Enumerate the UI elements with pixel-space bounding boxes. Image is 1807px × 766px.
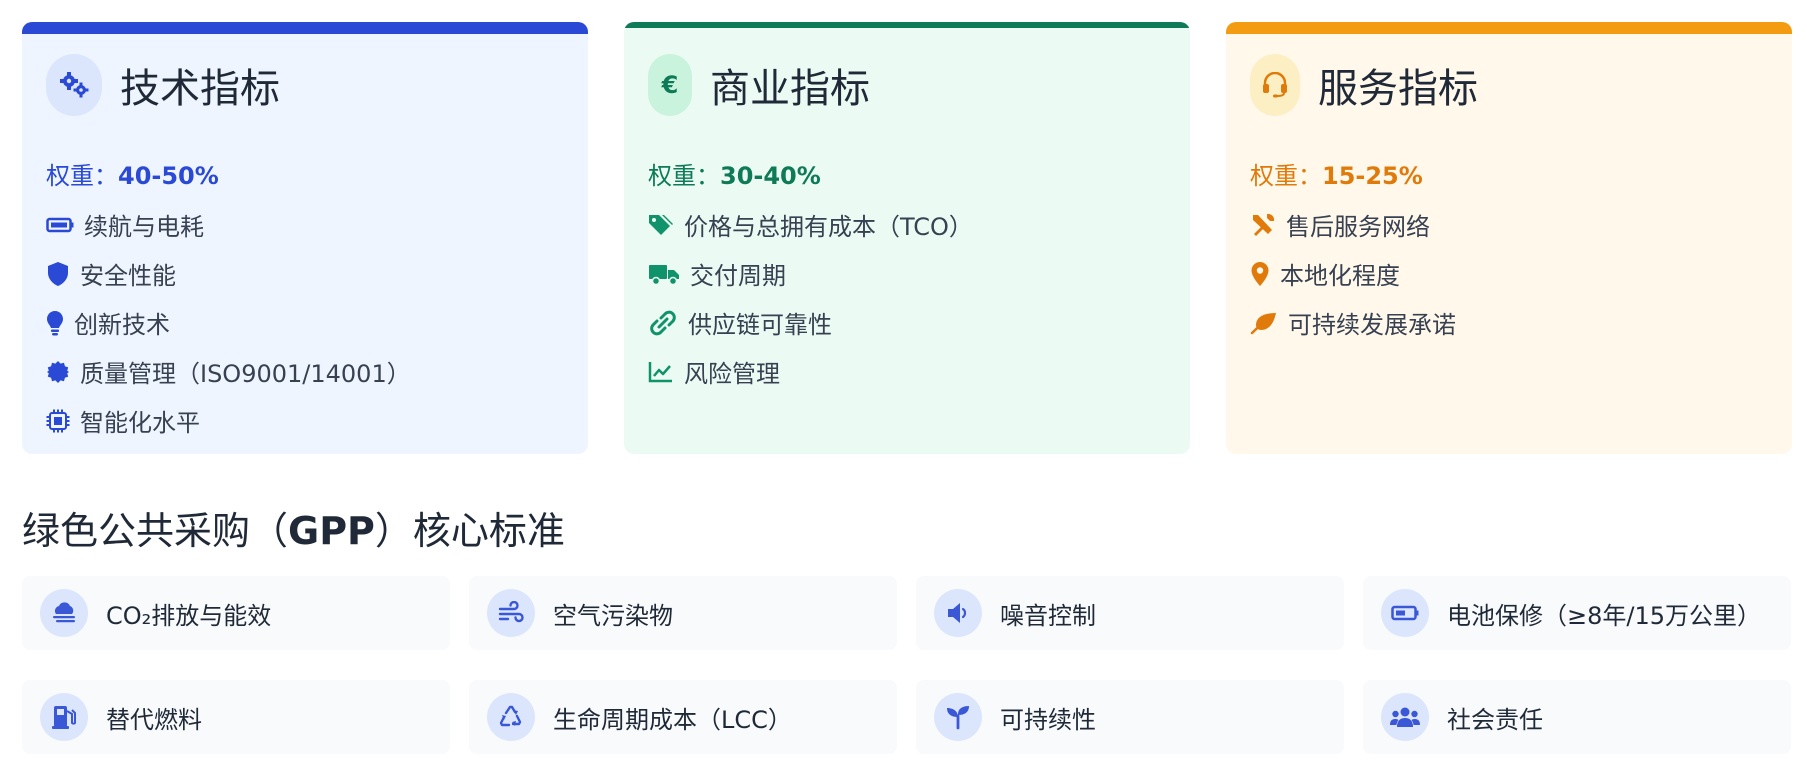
card-title: 服务指标 [1318,66,1478,112]
card-item-list: 续航与电耗 安全性能 创新技术 质量管理（ISO9001/14001） 智能化水… [46,200,411,445]
card-accent-bar [22,22,588,34]
smog-icon [40,589,88,637]
headset-icon [1250,54,1300,116]
lightbulb-icon [47,310,63,335]
gpp-standards-grid: CO₂排放与能效 空气污染物 噪音控制 电池保修（≥8年/15万公里） 替代燃料… [22,576,1792,756]
card-weight: 权重：15-25% [1250,162,1423,190]
shield-icon [48,261,68,286]
list-item: 安全性能 [46,249,411,298]
list-item: 售后服务网络 [1250,200,1456,249]
euro-icon: € [648,54,692,116]
list-item: 价格与总拥有成本（TCO） [648,200,973,249]
battery-icon [46,217,74,232]
map-pin-icon [1251,261,1269,286]
certificate-icon [47,360,69,383]
card-accent-bar [624,22,1190,28]
list-item: 创新技术 [46,298,411,347]
card-title: 商业指标 [710,66,870,112]
card-title: 技术指标 [120,66,280,112]
gpp-tile: 空气污染物 [469,576,897,650]
gas-pump-icon [40,693,88,741]
card-weight: 权重：30-40% [648,162,821,190]
gears-icon [46,54,102,116]
truck-icon [649,264,679,285]
card-business: € 商业指标 权重：30-40% 价格与总拥有成本（TCO） 交付周期 供应链可… [624,22,1190,454]
gpp-tile: 替代燃料 [22,680,450,754]
tools-icon [1253,213,1275,236]
section-title: 绿色公共采购（GPP）核心标准 [22,509,565,553]
volume-icon [934,589,982,637]
list-item: 质量管理（ISO9001/14001） [46,347,411,396]
gpp-tile: 社会责任 [1363,680,1791,754]
link-icon [650,310,676,335]
list-item: 交付周期 [648,249,973,298]
card-item-list: 售后服务网络 本地化程度 可持续发展承诺 [1250,200,1456,347]
list-item: 本地化程度 [1250,249,1456,298]
list-item: 续航与电耗 [46,200,411,249]
list-item: 供应链可靠性 [648,298,973,347]
gpp-tile: 可持续性 [916,680,1344,754]
card-accent-bar [1226,22,1792,34]
leaf-icon [1250,312,1276,334]
chart-line-icon [648,361,672,382]
card-item-list: 价格与总拥有成本（TCO） 交付周期 供应链可靠性 风险管理 [648,200,973,396]
card-header: € 商业指标 [648,54,870,116]
list-item: 智能化水平 [46,396,411,445]
gpp-tile: 生命周期成本（LCC） [469,680,897,754]
gpp-tile: 电池保修（≥8年/15万公里） [1363,576,1791,650]
battery-icon [1381,589,1429,637]
tags-icon [649,214,673,235]
card-header: 技术指标 [46,54,280,116]
recycle-icon [487,693,535,741]
card-header: 服务指标 [1250,54,1478,116]
card-service: 服务指标 权重：15-25% 售后服务网络 本地化程度 可持续发展承诺 [1226,22,1792,454]
gpp-tile: 噪音控制 [916,576,1344,650]
gpp-tile: CO₂排放与能效 [22,576,450,650]
card-weight: 权重：40-50% [46,162,219,190]
seedling-icon [934,693,982,741]
list-item: 可持续发展承诺 [1250,298,1456,347]
wind-icon [487,589,535,637]
list-item: 风险管理 [648,347,973,396]
chip-icon [46,409,70,432]
users-icon [1381,693,1429,741]
indicator-cards: 技术指标 权重：40-50% 续航与电耗 安全性能 创新技术 质量管理（ISO9… [22,22,1792,454]
card-technical: 技术指标 权重：40-50% 续航与电耗 安全性能 创新技术 质量管理（ISO9… [22,22,588,454]
